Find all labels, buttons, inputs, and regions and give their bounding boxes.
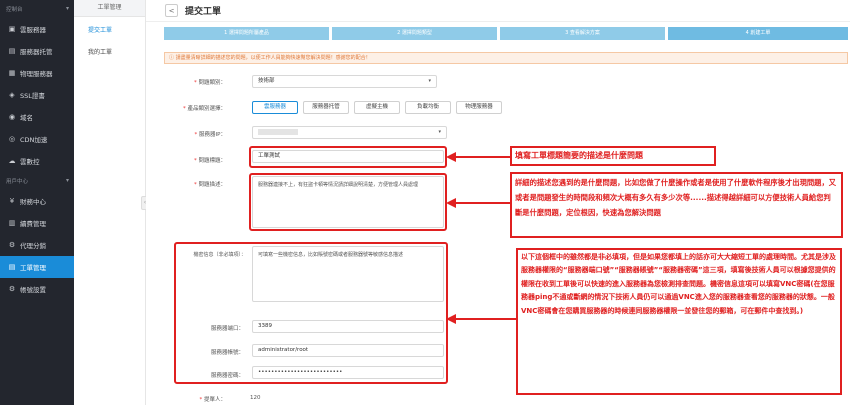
notice-banner: ⓘ 請盡量清晰詳細的描述您的問題，以便工作人員能夠快速幫您解決問題！感謝您的配合… xyxy=(164,52,848,64)
chevron-down-icon: ▾ xyxy=(65,5,69,12)
password-label: 服務器密碼： xyxy=(210,373,244,379)
arrow-left-icon xyxy=(446,314,518,324)
account-label: 服務器帳號： xyxy=(210,350,244,356)
group-label: 用戶中心 xyxy=(6,179,29,185)
sidebar-item-label: 財務中心 xyxy=(20,198,46,206)
account-icon: ⚙ xyxy=(8,285,16,293)
sidebar-item-label: 雲服務器 xyxy=(20,26,46,34)
sidebar-item-cloud-server[interactable]: ▣ 雲服務器 xyxy=(0,18,74,40)
subnav-submit-ticket[interactable]: 提交工單 xyxy=(74,17,145,39)
annotation-desc-tip: 詳細的描述您遇到的是什麼問題，比如您做了什麼操作或者是使用了什麼軟件程序後才出現… xyxy=(510,172,843,238)
ssl-icon: ◈ xyxy=(9,91,15,99)
main-content: < 提交工單 1 選擇問題所屬產品 2 選擇問題類型 3 查看解決方案 4 創建… xyxy=(146,0,850,405)
finance-icon: ¥ xyxy=(9,197,15,205)
desc-textarea[interactable]: 服務器連接不上，有狂盜卡頓等情況請詳細說明清楚，方便管理人員處理 xyxy=(252,176,444,228)
server-icon: ▣ xyxy=(8,25,16,33)
annotation-title-tip: 填寫工單標題簡要的描述是什麼問題 xyxy=(510,146,716,166)
sidebar-item-ssl[interactable]: ◈ SSL證書 xyxy=(0,84,74,106)
annotation-secret-tip: 以下這個框中的雖然都是非必填項，但是如果您都填上的話亦可大大縮短工單的處理時間。… xyxy=(516,248,842,395)
desc-label: * 問題描述： xyxy=(193,182,226,188)
physical-server-icon: ▦ xyxy=(8,69,16,77)
step-3: 3 查看解決方案 xyxy=(500,27,665,40)
step-1: 1 選擇問題所屬產品 xyxy=(164,27,329,40)
sidebar-item-renew[interactable]: ▥ 續費管理 xyxy=(0,212,74,234)
back-button[interactable]: < xyxy=(165,4,178,17)
password-input[interactable]: •••••••••••••••••••••••••• xyxy=(252,366,444,379)
step-progress: 1 選擇問題所屬產品 2 選擇問題類型 3 查看解決方案 4 創建工單 xyxy=(164,27,848,40)
ticket-icon: ▤ xyxy=(8,263,16,271)
secret-label: 機密信息（非必填項）： xyxy=(193,252,246,258)
port-input[interactable]: 3389 xyxy=(252,320,444,333)
sidebar-item-label: 續費管理 xyxy=(20,220,46,228)
ip-label: * 服務器IP： xyxy=(194,132,226,138)
sidebar-item-label: 物理服務器 xyxy=(20,70,53,78)
subject-input[interactable]: 工單測試 xyxy=(252,150,444,163)
subject-label: * 問題標題： xyxy=(193,158,226,164)
arrow-left-icon xyxy=(446,152,512,162)
sidebar-item-finance[interactable]: ¥ 財務中心 xyxy=(0,190,74,212)
sidebar-item-label: 代理分銷 xyxy=(20,242,46,250)
product-label: * 產品類別選擇： xyxy=(182,106,226,112)
notice-text: 請盡量清晰詳細的描述您的問題，以便工作人員能夠快速幫您解決問題！感謝您的配合！ xyxy=(175,55,371,61)
arrow-left-icon xyxy=(446,198,512,208)
port-label: 服務器端口： xyxy=(210,326,244,332)
ip-select[interactable]: ▾ xyxy=(252,126,447,139)
chevron-down-icon: ▾ xyxy=(428,78,431,84)
product-chip-vhost[interactable]: 虛擬主機 xyxy=(354,101,400,114)
agent-icon: ⚙ xyxy=(8,241,16,249)
cdn-icon: ◎ xyxy=(8,135,16,143)
sidebar-item-cdn[interactable]: ◎ CDN加速 xyxy=(0,128,74,150)
sidebar-item-label: 帳號設置 xyxy=(20,286,46,294)
group-label: 控制台 xyxy=(6,7,23,13)
chevron-down-icon: ▾ xyxy=(65,177,69,184)
sidebar-item-label: 服務器托管 xyxy=(20,48,53,56)
secret-textarea[interactable]: 可填寫一些機密信息，比如賬號密碼或者服務器號等敏感信息描述 xyxy=(252,246,444,302)
sidebar-group-user-center[interactable]: 用戶中心 ▾ xyxy=(0,172,74,190)
sidebar-item-label: SSL證書 xyxy=(20,92,45,100)
hosting-icon: ▤ xyxy=(8,47,16,55)
primary-sidebar: 控制台 ▾ ▣ 雲服務器 ▤ 服務器托管 ▦ 物理服務器 ◈ SSL證書 ◉ 域名 ◎ CDN… xyxy=(0,0,74,405)
category-label: * 問題類別： xyxy=(193,80,226,86)
cloud-icon: ☁ xyxy=(8,157,16,165)
page-header: < 提交工單 xyxy=(146,0,850,22)
sidebar-item-hosting[interactable]: ▤ 服務器托管 xyxy=(0,40,74,62)
blurred-ip xyxy=(258,128,298,135)
step-2: 2 選擇問題類型 xyxy=(332,27,497,40)
secondary-sidebar: 工單管理 提交工單 我的工單 ‹ xyxy=(74,0,149,405)
page-title: 提交工單 xyxy=(185,7,222,17)
sidebar-item-ticket[interactable]: ▤ 工單管理 xyxy=(0,256,74,278)
sidebar-item-agent[interactable]: ⚙ 代理分銷 xyxy=(0,234,74,256)
product-chip-lb[interactable]: 負載均衡 xyxy=(405,101,451,114)
chevron-left-icon: < xyxy=(168,6,175,15)
chevron-down-icon: ▾ xyxy=(438,129,441,135)
sidebar-group-console[interactable]: 控制台 ▾ xyxy=(0,0,74,18)
product-chip-physical[interactable]: 物理服務器 xyxy=(456,101,502,114)
step-4: 4 創建工單 xyxy=(668,27,848,40)
product-chip-hosting[interactable]: 服務器托管 xyxy=(303,101,349,114)
app-window: 控制台 ▾ ▣ 雲服務器 ▤ 服務器托管 ▦ 物理服務器 ◈ SSL證書 ◉ 域名 ◎ CDN… xyxy=(0,0,850,405)
domain-icon: ◉ xyxy=(8,113,16,121)
sidebar-item-label: 雲數控 xyxy=(20,158,40,166)
product-chip-cloud[interactable]: 雲服務器 xyxy=(252,101,298,114)
sidebar-item-label: 域名 xyxy=(20,114,33,122)
category-select[interactable]: 技術部 ▾ xyxy=(252,75,437,88)
sidebar-item-domain[interactable]: ◉ 域名 xyxy=(0,106,74,128)
renew-icon: ▥ xyxy=(8,219,16,227)
subnav-my-tickets[interactable]: 我的工單 xyxy=(74,39,145,61)
account-input[interactable]: administrator/root xyxy=(252,344,444,357)
submitter-value: 120 xyxy=(250,395,261,401)
sidebar-item-cloud[interactable]: ☁ 雲數控 xyxy=(0,150,74,172)
sidebar-item-label: 工單管理 xyxy=(20,264,46,272)
sidebar-item-physical-server[interactable]: ▦ 物理服務器 xyxy=(0,62,74,84)
submitter-label: * 提單人： xyxy=(199,397,226,403)
subnav-title: 工單管理 xyxy=(74,0,145,17)
sidebar-item-label: CDN加速 xyxy=(20,136,48,144)
sidebar-item-account[interactable]: ⚙ 帳號設置 xyxy=(0,278,74,300)
